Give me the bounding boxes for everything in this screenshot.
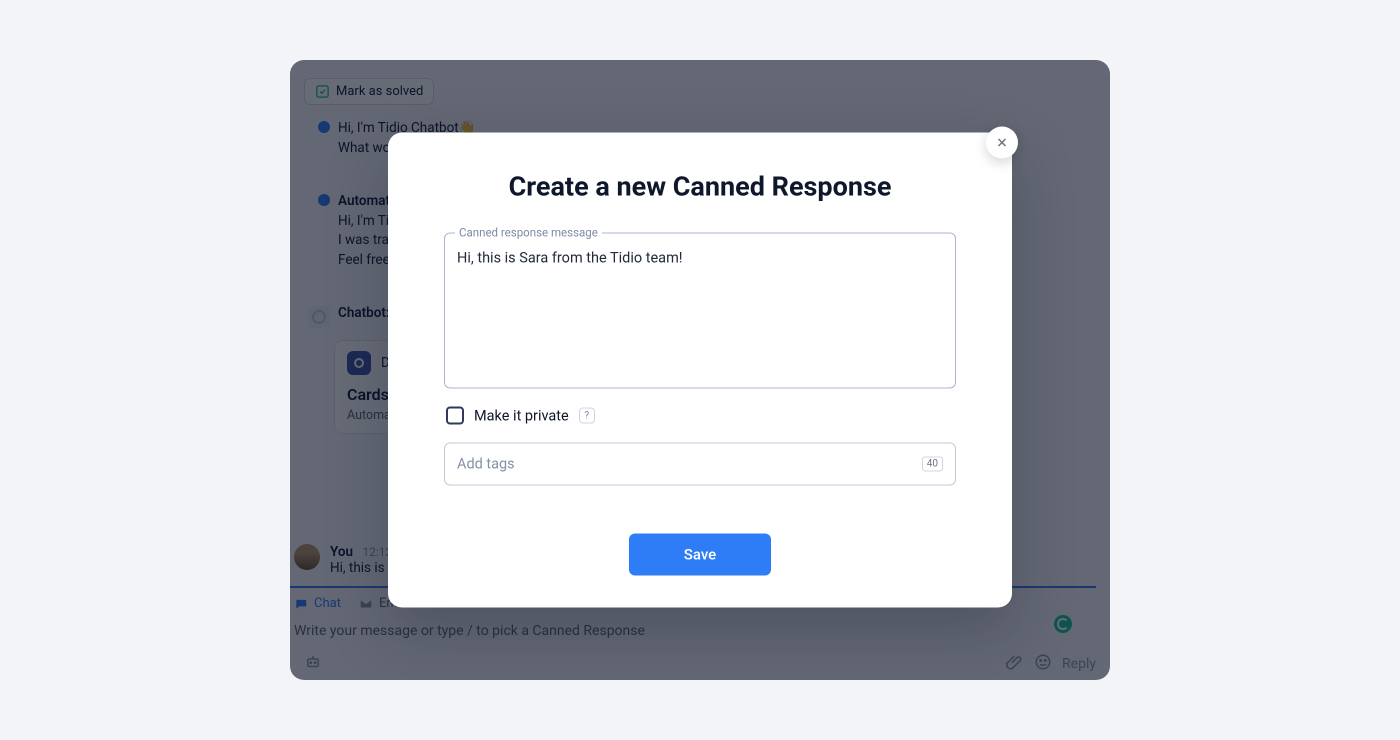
- close-button[interactable]: [986, 127, 1018, 159]
- canned-response-modal: Create a new Canned Response Canned resp…: [388, 133, 1012, 608]
- tags-limit-badge: 40: [922, 457, 943, 472]
- private-label: Make it private: [474, 407, 569, 424]
- tags-placeholder: Add tags: [457, 456, 515, 473]
- private-checkbox[interactable]: [446, 407, 464, 425]
- field-label: Canned response message: [455, 226, 602, 240]
- response-text: Hi, this is Sara from the Tidio team!: [457, 250, 943, 267]
- tags-input[interactable]: Add tags 40: [444, 443, 956, 486]
- response-textarea[interactable]: Canned response message Hi, this is Sara…: [444, 233, 956, 389]
- close-icon: [995, 136, 1009, 150]
- help-icon[interactable]: ?: [579, 408, 595, 424]
- modal-title: Create a new Canned Response: [444, 171, 956, 203]
- save-button[interactable]: Save: [629, 534, 771, 576]
- app-window: Mark as solved Hi, I'm Tidio Chatbot👋 Wh…: [290, 60, 1110, 680]
